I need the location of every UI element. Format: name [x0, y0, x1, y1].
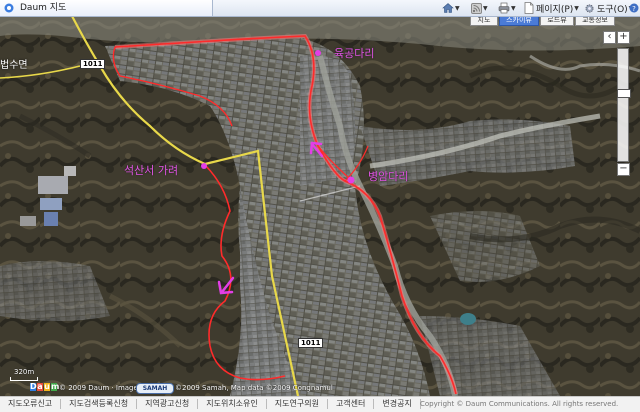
footer-link[interactable]: 지도오류신고	[0, 399, 62, 409]
map-scale: 320m	[6, 368, 38, 381]
samah-logo: SAMAH	[136, 383, 174, 394]
map-type-map[interactable]: 지도	[470, 16, 498, 26]
marker-mid	[347, 176, 355, 184]
zoom-in-button[interactable]: +	[617, 31, 630, 44]
road-number-badge: 1011	[298, 338, 324, 348]
footer-link[interactable]: 지도위치소유인	[198, 399, 267, 409]
tools-menu-label: 도구(O)	[597, 4, 628, 15]
footer-links: 지도오류신고 지도검색등록신청 지역광고신청 지도위치소유인 지도연구의원 고객…	[0, 399, 421, 409]
copyright-imagery: © 2009 Daum · Imagery	[59, 384, 145, 392]
footer-link[interactable]: 고객센터	[328, 399, 375, 409]
tab-title: Daum 지도	[20, 3, 67, 13]
browser-toolbar: Daum 지도 ▼ ▼ ▼ 페이지(P) ▼ 도구(O) ▼ ?	[0, 0, 640, 17]
place-label-route-top: 육공다리	[334, 47, 375, 60]
page-icon	[524, 2, 534, 14]
map-type-traffic-label: 교통정보	[582, 16, 608, 24]
footer-bar: 지도오류신고 지도검색등록신청 지역광고신청 지도위치소유인 지도연구의원 고객…	[0, 396, 640, 412]
chevron-down-icon: ▼	[455, 4, 460, 12]
map-type-roadview[interactable]: 로드뷰	[540, 16, 574, 26]
footer-link[interactable]: 지역광고신청	[137, 399, 199, 409]
place-label-route-mid: 병암다리	[368, 170, 409, 183]
page-menu-label: 페이지(P)	[536, 4, 574, 15]
help-icon: ?	[629, 3, 639, 13]
daum-favicon-icon	[4, 3, 14, 13]
home-button[interactable]: ▼	[442, 1, 460, 15]
zoom-out-button[interactable]: −	[617, 163, 630, 176]
print-button[interactable]: ▼	[498, 1, 516, 15]
map-type-traffic[interactable]: 교통정보	[575, 16, 615, 26]
feeds-button[interactable]: ▼	[471, 1, 488, 15]
browser-tab[interactable]: Daum 지도	[0, 0, 213, 16]
print-icon	[498, 2, 510, 14]
pan-left-button[interactable]: ‹	[603, 31, 616, 44]
zoom-out-label: −	[619, 163, 628, 174]
svg-text:?: ?	[632, 5, 636, 13]
map-type-roadview-label: 로드뷰	[547, 16, 567, 24]
map-type-map-label: 지도	[477, 16, 491, 24]
chevron-down-icon: ▼	[574, 4, 579, 12]
marker-left	[201, 163, 207, 169]
zoom-slider-handle[interactable]	[617, 89, 631, 98]
chevron-down-icon: ▼	[511, 4, 516, 12]
tools-menu-button[interactable]: 도구(O) ▼	[584, 1, 633, 15]
scale-bar	[10, 377, 38, 381]
place-label-left-edge: 법수면	[0, 60, 28, 71]
copyright-data: ©2009 Samah, Map data ©2009 Congnamul	[175, 384, 333, 392]
footer-copyright: Copyright © Daum Communications. All rig…	[420, 400, 619, 408]
satellite-map[interactable]: 지도 스카이뷰 로드뷰 교통정보 법수면 석산서 가려 육공다리 병암다리 10…	[0, 16, 640, 396]
daum-logo: Daum	[30, 382, 60, 391]
footer-link[interactable]: 지도검색등록신청	[61, 399, 138, 409]
road-number-badge: 1011	[80, 59, 106, 69]
home-icon	[442, 3, 454, 13]
zoom-slider[interactable]	[617, 48, 631, 162]
help-button[interactable]: ?	[629, 1, 639, 15]
footer-link[interactable]: 지도연구의원	[267, 399, 328, 409]
footer-link[interactable]: 변경공지	[374, 399, 421, 409]
scale-label: 320m	[14, 368, 35, 376]
zoom-in-label: +	[619, 31, 628, 42]
place-label-route-left: 석산서 가려	[124, 164, 179, 177]
map-type-skyview-label: 스카이뷰	[506, 16, 532, 24]
page-menu-button[interactable]: 페이지(P) ▼	[524, 1, 579, 15]
map-type-skyview[interactable]: 스카이뷰	[499, 16, 539, 26]
gear-icon	[585, 4, 594, 12]
marker-top	[315, 50, 321, 56]
feeds-icon	[471, 2, 482, 14]
chevron-down-icon: ▼	[483, 4, 488, 12]
zoom-control: ‹ + −	[600, 26, 632, 186]
